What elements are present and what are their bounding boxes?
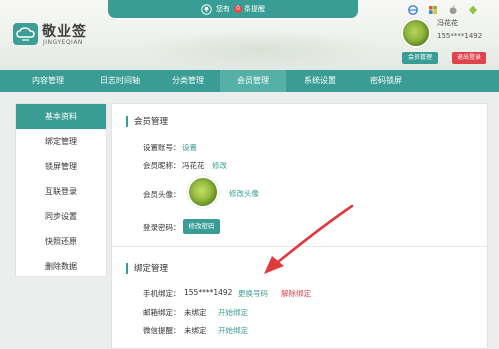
- sidebar-item-sync-settings[interactable]: 同步设置: [16, 204, 106, 229]
- nav-log-timeline[interactable]: 日志时间轴: [88, 70, 152, 92]
- windows-icon[interactable]: [428, 5, 438, 15]
- sidebar-item-connected-login[interactable]: 互联登录: [16, 179, 106, 204]
- binding-section-title: 绑定管理: [134, 264, 169, 274]
- logo-icon: [13, 23, 38, 45]
- sidebar-item-binding[interactable]: 绑定管理: [16, 129, 106, 154]
- sidebar-item-snapshot-restore[interactable]: 快照还原: [16, 229, 106, 254]
- member-avatar[interactable]: [187, 176, 219, 208]
- bind-wechat-link[interactable]: 开始绑定: [218, 325, 248, 336]
- logout-button[interactable]: 退出登录: [452, 52, 486, 64]
- sidebar-item-lock-screen[interactable]: 锁屏管理: [16, 154, 106, 179]
- notify-text-suffix: 条提醒: [244, 5, 265, 13]
- member-management-button[interactable]: 会员管理: [402, 52, 438, 64]
- phone-binding-value: 155****1492: [184, 288, 233, 297]
- notification-bar[interactable]: 您有 0 条提醒: [108, 0, 436, 18]
- header: 您有 0 条提醒 敬业签 JINGYEQIAN 冯花花 155****1492 …: [0, 0, 499, 70]
- edit-nickname-link[interactable]: 修改: [212, 160, 227, 171]
- nav-member-management[interactable]: 会员管理: [220, 70, 286, 92]
- email-binding-value: 未绑定: [184, 308, 207, 317]
- nav-category-management[interactable]: 分类管理: [160, 70, 216, 92]
- bind-email-link[interactable]: 开始绑定: [218, 307, 248, 318]
- sidebar-item-delete-data[interactable]: 删除数据: [16, 254, 106, 279]
- change-number-link[interactable]: 更换号码: [238, 288, 268, 299]
- member-section-title: 会员管理: [134, 117, 169, 127]
- header-background: [140, 30, 380, 70]
- sidebar-item-basic-info[interactable]: 基本资料: [16, 104, 106, 129]
- avatar-label: 会员头像：: [143, 190, 181, 199]
- nav-system-settings[interactable]: 系统设置: [292, 70, 348, 92]
- android-icon[interactable]: [468, 5, 478, 15]
- section-marker: [126, 116, 128, 127]
- ie-icon[interactable]: [408, 5, 418, 15]
- notify-count-badge: 0: [234, 5, 242, 13]
- phone-binding-label: 手机绑定：: [143, 289, 181, 298]
- avatar[interactable]: [401, 18, 431, 48]
- email-binding-label: 邮箱绑定：: [143, 308, 181, 317]
- user-name: 冯花花: [437, 19, 458, 27]
- user-phone: 155****1492: [437, 32, 483, 40]
- unbind-phone-link[interactable]: 解除绑定: [281, 288, 311, 299]
- edit-avatar-link[interactable]: 修改头像: [229, 188, 259, 199]
- logo-title: 敬业签: [42, 24, 87, 40]
- wechat-reminder-value: 未绑定: [184, 326, 207, 335]
- change-password-button[interactable]: 修改密码: [183, 219, 220, 234]
- main-nav: 内容管理 日志时间轴 分类管理 会员管理 系统设置 密码锁屏: [0, 70, 499, 92]
- set-account-link[interactable]: 设置: [182, 142, 197, 153]
- password-label: 登录密码：: [143, 223, 181, 232]
- apple-icon[interactable]: [448, 5, 458, 15]
- nav-content-management[interactable]: 内容管理: [22, 70, 74, 92]
- nickname-value: 冯花花: [182, 161, 205, 170]
- nickname-label: 会员昵称：: [143, 161, 181, 170]
- bell-icon: [201, 4, 212, 15]
- notify-text-prefix: 您有: [216, 5, 230, 13]
- section-divider: [112, 246, 487, 247]
- section-marker: [126, 263, 128, 274]
- logo-subtitle: JINGYEQIAN: [43, 39, 83, 46]
- wechat-reminder-label: 微信提醒：: [143, 326, 181, 335]
- account-label: 设置账号：: [143, 143, 181, 152]
- sidebar: 基本资料 绑定管理 锁屏管理 互联登录 同步设置 快照还原 删除数据: [15, 103, 107, 277]
- main-panel: 会员管理 设置账号： 设置 会员昵称： 冯花花 修改 会员头像： 修改头像 登录…: [111, 103, 488, 349]
- nav-password-lock[interactable]: 密码锁屏: [358, 70, 414, 92]
